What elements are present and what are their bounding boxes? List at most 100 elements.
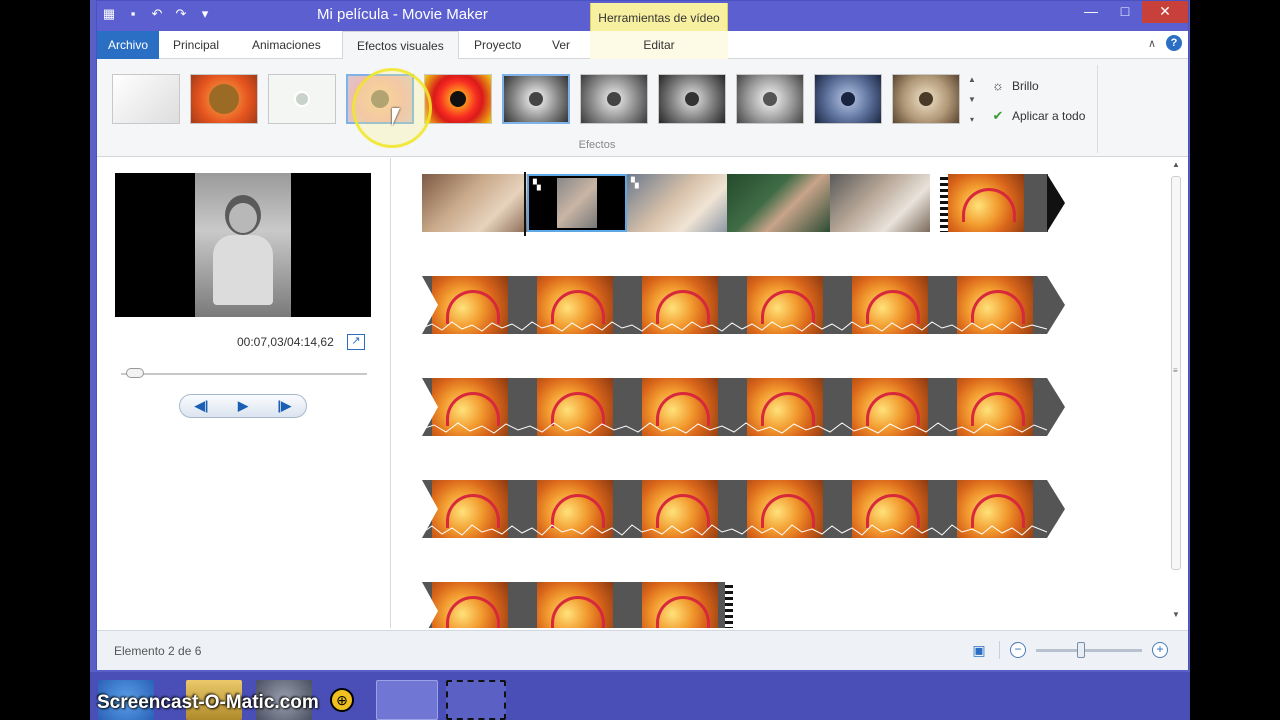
preview-monitor — [115, 173, 371, 317]
clip-continues-arrow — [1047, 174, 1065, 232]
effect-thumbnail-hovered[interactable] — [346, 74, 414, 124]
effect-thumbnail[interactable] — [268, 74, 336, 124]
apply-all-icon: ✔ — [992, 108, 1004, 123]
group-label-efectos: Efectos — [578, 139, 616, 151]
gallery-down-icon[interactable]: ▼ — [968, 90, 976, 110]
maximize-button[interactable]: □ — [1108, 1, 1142, 23]
clip-continues-arrow — [1047, 276, 1065, 334]
watermark-globe-icon: ⊕ — [330, 688, 354, 712]
status-controls: ▣ − + — [969, 641, 1168, 659]
transition-icon: ▚ — [631, 178, 639, 189]
timecode: 00:07,03/04:14,62 — [237, 335, 334, 349]
sun-icon: ☼ — [992, 78, 1004, 93]
clip-start-arrow — [422, 378, 438, 436]
zoom-out-icon[interactable]: − — [1010, 642, 1026, 658]
clip-continues-arrow — [1047, 378, 1065, 436]
audio-waveform — [422, 524, 1047, 536]
redo-icon[interactable]: ↷ — [173, 6, 189, 22]
clip-end-marker — [725, 582, 733, 628]
gallery-more-icon[interactable]: ▾ — [970, 110, 974, 130]
effect-thumbnail[interactable] — [814, 74, 882, 124]
storyboard-scrollbar[interactable]: ▲ ≡ ▼ — [1167, 158, 1185, 628]
zoom-in-icon[interactable]: + — [1152, 642, 1168, 658]
effect-thumbnail[interactable] — [892, 74, 960, 124]
apply-all-label: Aplicar a todo — [1012, 109, 1086, 123]
collapse-ribbon-icon[interactable]: ∧ — [1148, 37, 1156, 50]
tab-archivo[interactable]: Archivo — [97, 31, 160, 59]
playback-controls: ◀| ▶ |▶ — [179, 394, 307, 418]
clip-photo-5[interactable] — [830, 174, 930, 232]
zoom-slider-thumb[interactable] — [1076, 641, 1085, 658]
customize-qat-icon[interactable]: ▾ — [197, 6, 213, 22]
status-item-count: Elemento 2 de 6 — [114, 644, 202, 658]
effect-thumbnail-selected[interactable] — [502, 74, 570, 124]
effect-thumbnail[interactable] — [424, 74, 492, 124]
window-controls: — □ ✕ — [1074, 1, 1188, 23]
scroll-up-icon[interactable]: ▲ — [1170, 160, 1182, 169]
save-icon[interactable]: ▪ — [125, 6, 141, 22]
brightness-button[interactable]: ☼ Brillo — [990, 73, 1085, 99]
effects-gallery — [107, 70, 977, 130]
next-frame-icon[interactable]: |▶ — [278, 398, 292, 414]
undo-icon[interactable]: ↶ — [149, 6, 165, 22]
window-title: Mi película - Movie Maker — [317, 6, 488, 23]
clip-start-arrow — [422, 582, 438, 628]
tab-proyecto[interactable]: Proyecto — [460, 31, 535, 59]
tab-editar[interactable]: Editar — [590, 31, 728, 59]
tab-principal[interactable]: Principal — [159, 31, 233, 59]
tab-animaciones[interactable]: Animaciones — [238, 31, 335, 59]
tab-efectos-visuales[interactable]: Efectos visuales — [342, 31, 459, 60]
transition-icon: ▚ — [533, 180, 541, 191]
mouse-cursor-icon — [392, 108, 400, 126]
clip-video-6[interactable] — [948, 174, 1048, 232]
watermark-text: Screencast-O-Matic.com — [97, 692, 319, 713]
taskbar-capture-icon[interactable] — [446, 680, 506, 720]
clip-continues-arrow — [1047, 480, 1065, 538]
play-icon[interactable]: ▶ — [238, 398, 248, 414]
previous-frame-icon[interactable]: ◀| — [195, 398, 209, 414]
clip-video-6[interactable] — [422, 378, 1047, 436]
seek-bar[interactable] — [121, 368, 367, 378]
clip-start-arrow — [422, 480, 438, 538]
quick-access-toolbar: ▦ ▪ ↶ ↷ ▾ — [101, 6, 213, 22]
effect-none[interactable] — [112, 74, 180, 124]
clip-video-6-end[interactable] — [422, 582, 726, 628]
effect-thumbnail[interactable] — [190, 74, 258, 124]
screen: ▦ ▪ ↶ ↷ ▾ Mi película - Movie Maker Herr… — [0, 0, 1280, 720]
effect-thumbnail[interactable] — [736, 74, 804, 124]
effect-thumbnail[interactable] — [658, 74, 726, 124]
scroll-grip-icon[interactable]: ≡ — [1173, 367, 1181, 375]
clip-video-6[interactable] — [422, 276, 1047, 334]
seek-thumb[interactable] — [126, 368, 145, 378]
ribbon-actions: ☼ Brillo ✔ Aplicar a todo — [990, 73, 1085, 133]
app-icon[interactable]: ▦ — [101, 6, 117, 22]
preview-pane: 00:07,03/04:14,62 ↗ ◀| ▶ |▶ — [97, 158, 391, 628]
clip-photo-3[interactable]: ▚ — [627, 174, 727, 232]
video-tools-context-header: Herramientas de vídeo — [590, 3, 728, 33]
fullscreen-icon[interactable]: ↗ — [347, 334, 365, 350]
apply-all-button[interactable]: ✔ Aplicar a todo — [990, 103, 1086, 129]
scroll-down-icon[interactable]: ▼ — [1170, 610, 1182, 619]
ribbon-panel: ▲ ▼ ▾ ☼ Brillo ✔ Aplicar a todo Efectos — [97, 59, 1188, 157]
title-bar: ▦ ▪ ↶ ↷ ▾ Mi película - Movie Maker Herr… — [97, 1, 1188, 33]
taskbar-movie-maker-icon[interactable] — [376, 680, 438, 720]
audio-waveform — [422, 321, 1047, 332]
clip-photo-1[interactable] — [422, 174, 527, 232]
storyboard-row: ▚ ▚ — [422, 174, 1072, 232]
zoom-slider[interactable] — [1036, 641, 1142, 658]
tab-ver[interactable]: Ver — [538, 31, 584, 59]
clip-video-6[interactable] — [422, 480, 1047, 538]
clip-photo-4[interactable] — [727, 174, 830, 232]
help-icon[interactable]: ? — [1166, 35, 1182, 51]
status-bar: Elemento 2 de 6 ▣ − + — [97, 630, 1188, 670]
scroll-track[interactable]: ≡ — [1171, 176, 1181, 570]
thumbnail-size-icon[interactable]: ▣ — [969, 641, 989, 659]
gallery-up-icon[interactable]: ▲ — [968, 70, 976, 90]
ribbon-tabs: Archivo Principal Animaciones Efectos vi… — [97, 31, 1188, 60]
playhead[interactable] — [524, 172, 526, 236]
minimize-button[interactable]: — — [1074, 1, 1108, 23]
preview-frame-image — [195, 173, 291, 317]
effect-thumbnail[interactable] — [580, 74, 648, 124]
clip-photo-2-selected[interactable]: ▚ — [527, 174, 627, 232]
close-button[interactable]: ✕ — [1142, 1, 1188, 23]
